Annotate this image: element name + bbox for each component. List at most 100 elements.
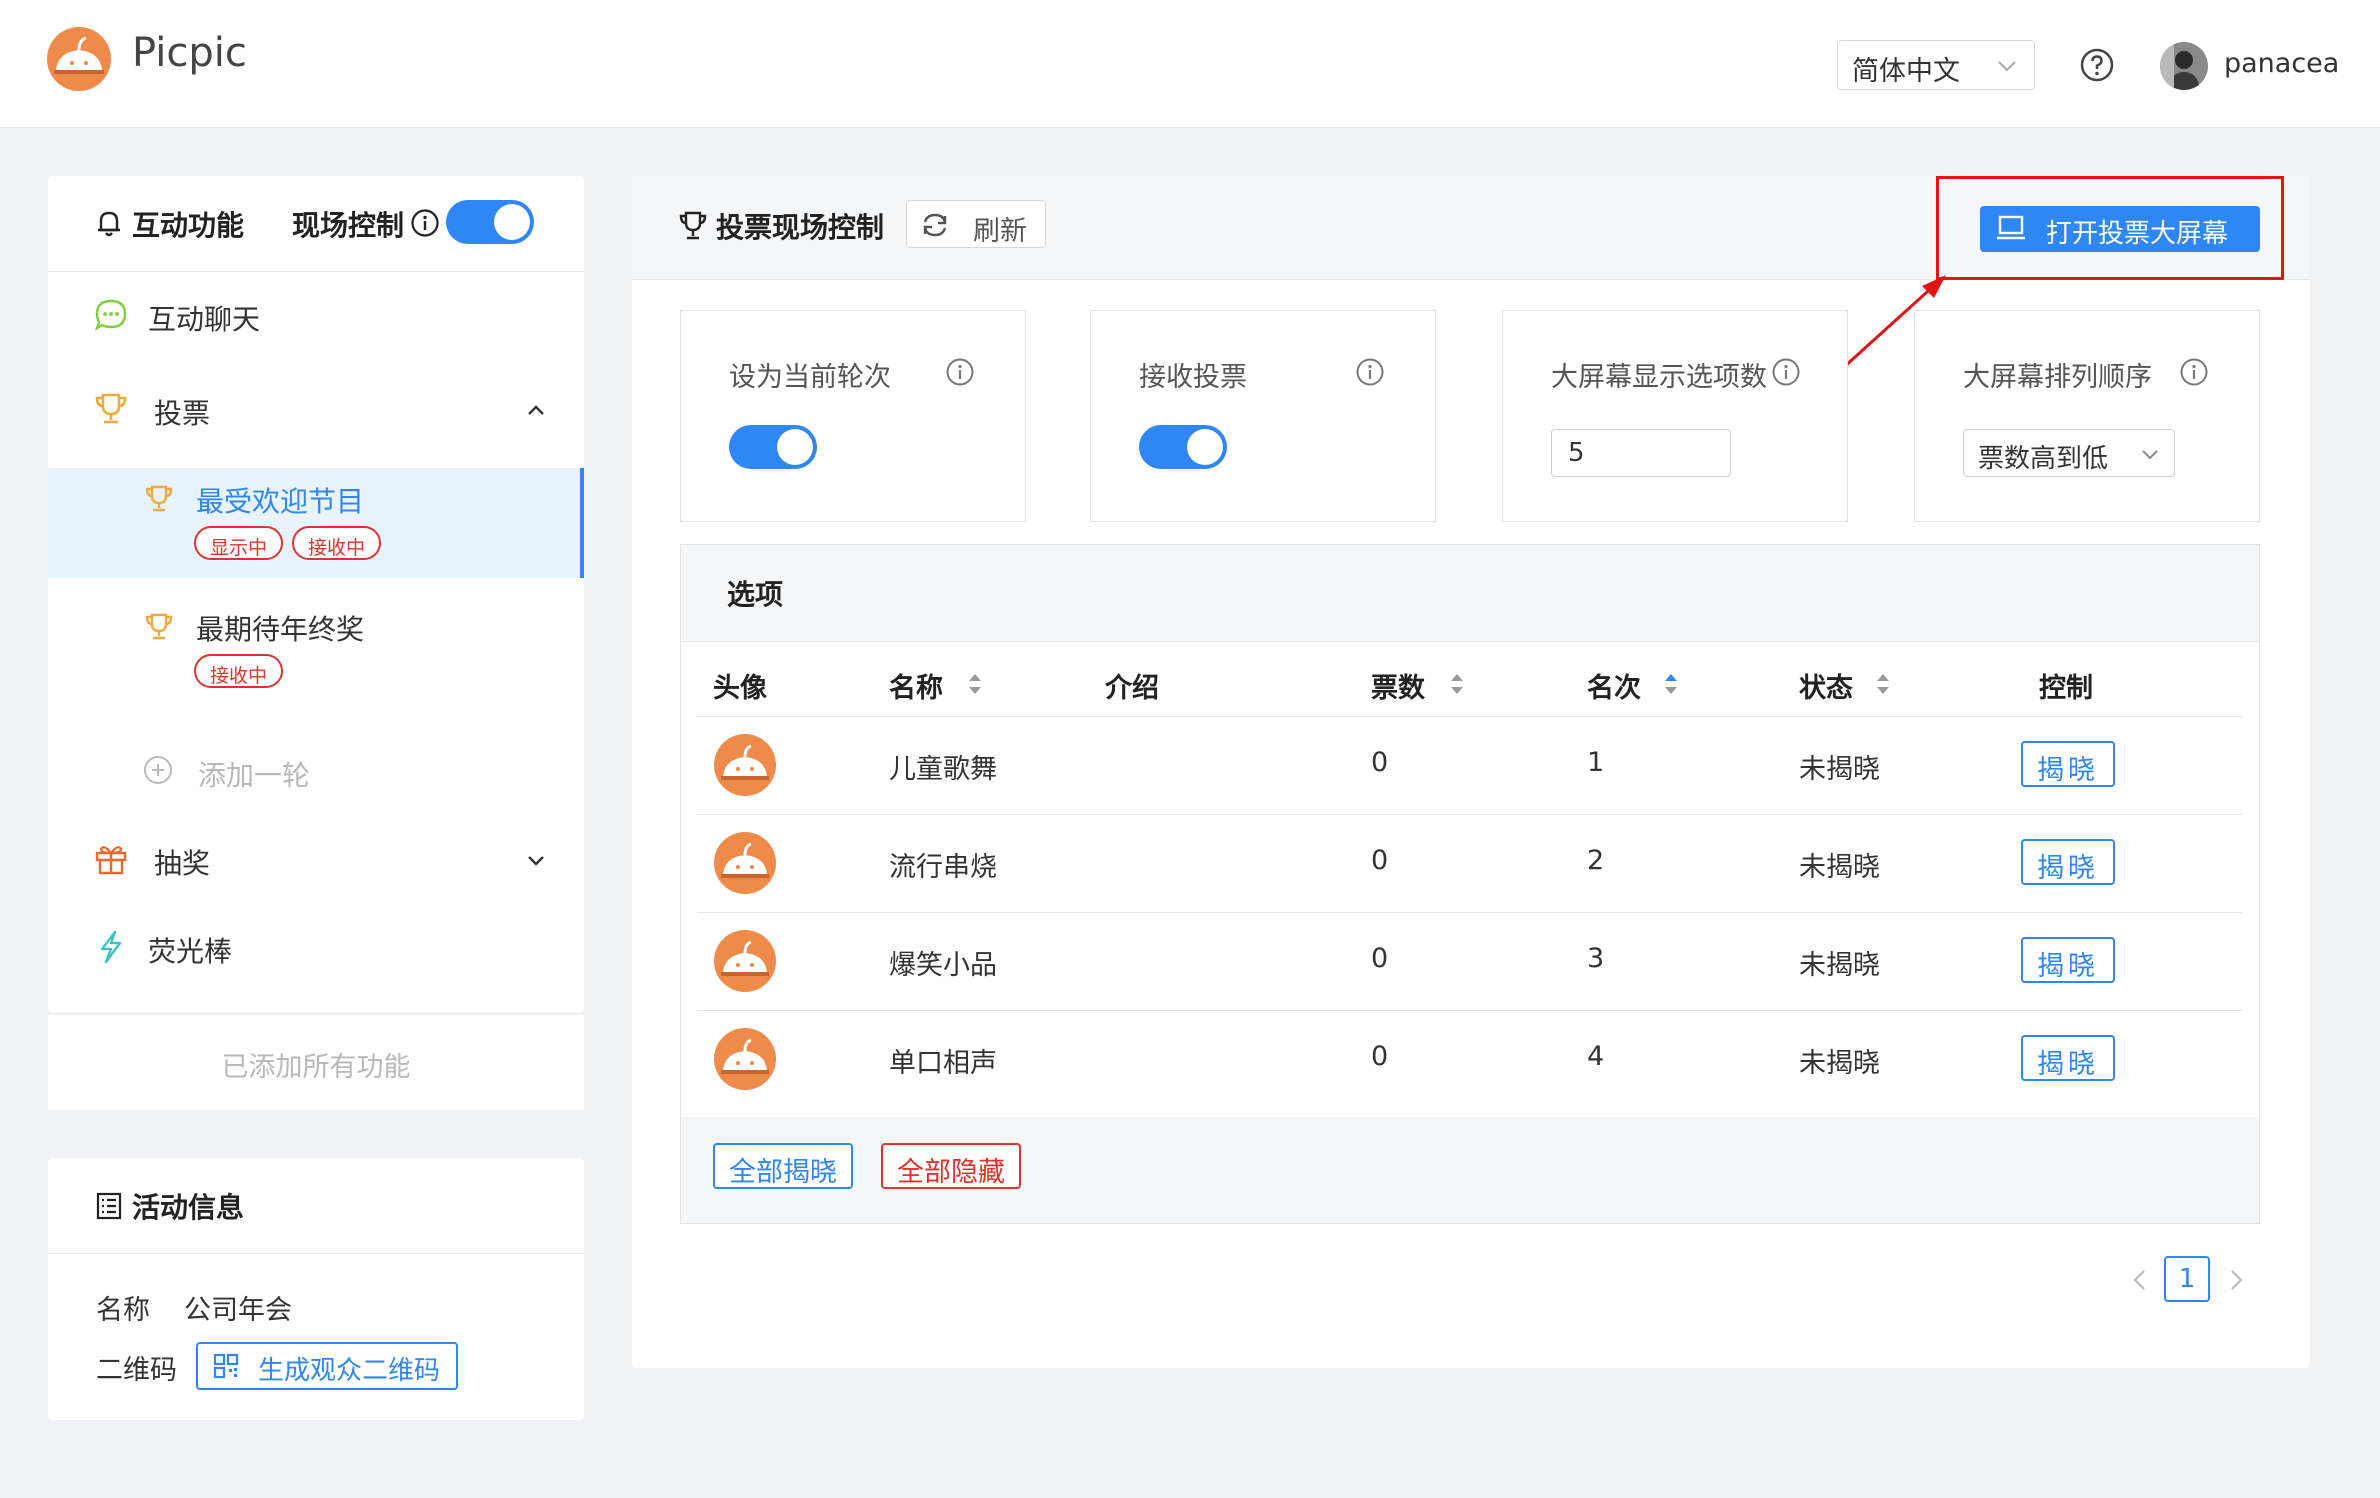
chevron-down-icon <box>528 856 544 866</box>
gift-icon <box>95 846 127 875</box>
option-votes: 0 <box>1371 943 1389 974</box>
all-features-added-note: 已添加所有功能 <box>48 1014 584 1110</box>
live-control-toggle[interactable] <box>446 200 534 244</box>
receive-votes-card: 接收投票 <box>1090 310 1436 522</box>
vote-round-item[interactable]: 最受欢迎节目 显示中 接收中 <box>48 468 584 578</box>
trophy-icon <box>145 613 173 640</box>
option-name: 爆笑小品 <box>889 950 997 981</box>
info-icon[interactable] <box>1771 357 1801 387</box>
lightning-icon <box>100 930 122 964</box>
column-header: 控制 <box>2039 673 2093 704</box>
status-badge: 显示中 <box>194 526 284 560</box>
activity-info-panel: 活动信息 名称 公司年会 二维码 生成观众二维码 <box>48 1158 584 1420</box>
column-header[interactable]: 票数 <box>1371 666 1425 705</box>
features-header: 互动功能 现场控制 <box>48 176 584 272</box>
nav-item-vote[interactable]: 投票 <box>48 378 584 438</box>
help-icon[interactable] <box>2080 48 2114 82</box>
refresh-icon <box>923 213 947 237</box>
option-votes: 0 <box>1371 747 1389 778</box>
avatar[interactable] <box>2160 42 2208 90</box>
language-select[interactable]: 简体中文 <box>1837 40 2035 90</box>
reveal-button[interactable]: 揭晓 <box>2021 937 2115 983</box>
option-status: 未揭晓 <box>1799 1048 1880 1079</box>
table-row: 单口相声 0 4 未揭晓 揭晓 <box>697 1010 2243 1108</box>
trophy-icon <box>145 485 173 512</box>
nav-lottery-label: 抽奖 <box>154 847 211 880</box>
receive-votes-label: 接收投票 <box>1139 362 1247 393</box>
page-number[interactable]: 1 <box>2164 1256 2210 1302</box>
chevron-right-icon[interactable] <box>2226 1268 2246 1292</box>
option-avatar <box>714 832 776 894</box>
nav-vote-label: 投票 <box>154 397 211 430</box>
options-table: 头像 名称 介绍 票数 名次 状态 控制 儿童歌舞 0 1 未揭晓 揭晓 流行串… <box>681 641 2259 1117</box>
plus-circle-icon <box>144 756 172 784</box>
column-header: 头像 <box>713 673 767 704</box>
set-current-round-toggle[interactable] <box>729 425 817 469</box>
user-name[interactable]: panacea <box>2224 48 2339 79</box>
receive-votes-toggle[interactable] <box>1139 425 1227 469</box>
nav-glowstick-label: 荧光棒 <box>148 935 233 968</box>
add-round-button[interactable]: 添加一轮 <box>48 740 584 800</box>
chevron-down-icon <box>2142 450 2158 460</box>
nav-item-glowstick[interactable]: 荧光棒 <box>48 916 584 976</box>
sort-order-card: 大屏幕排列顺序 票数高到低 <box>1914 310 2260 522</box>
display-count-card: 大屏幕显示选项数 5 <box>1502 310 1848 522</box>
vote-control-title: 投票现场控制 <box>716 211 885 244</box>
interactive-features-panel: 互动功能 现场控制 互动聊天 投票 最受欢迎节目 显示中 接收中 最期待年终奖 … <box>48 176 584 1012</box>
option-avatar <box>714 734 776 796</box>
status-badge: 接收中 <box>194 654 284 688</box>
set-current-round-card: 设为当前轮次 <box>680 310 1026 522</box>
sort-icon[interactable] <box>1449 670 1465 698</box>
column-header[interactable]: 名称 <box>889 666 943 705</box>
column-header[interactable]: 状态 <box>1799 666 1853 705</box>
sort-icon[interactable] <box>1875 670 1891 698</box>
option-name: 流行串烧 <box>889 852 997 883</box>
table-row: 流行串烧 0 2 未揭晓 揭晓 <box>697 814 2243 912</box>
activity-name-label: 名称 <box>96 1295 150 1326</box>
nav-item-chat[interactable]: 互动聊天 <box>48 284 584 344</box>
chevron-left-icon[interactable] <box>2130 1268 2150 1292</box>
trophy-icon <box>679 211 707 240</box>
table-row: 儿童歌舞 0 1 未揭晓 揭晓 <box>697 716 2243 814</box>
reveal-button[interactable]: 揭晓 <box>2021 839 2115 885</box>
chevron-down-icon <box>1998 61 2016 72</box>
qrcode-label: 二维码 <box>96 1355 177 1386</box>
live-control-label: 现场控制 <box>292 209 405 242</box>
display-count-input[interactable]: 5 <box>1551 429 1731 477</box>
vote-round-item[interactable]: 最期待年终奖 接收中 <box>48 596 584 706</box>
trophy-icon <box>95 393 127 424</box>
info-icon[interactable] <box>2179 357 2209 387</box>
display-count-label: 大屏幕显示选项数 <box>1551 362 1767 393</box>
column-header[interactable]: 名次 <box>1587 666 1641 705</box>
nav-chat-label: 互动聊天 <box>148 303 261 336</box>
hide-all-button[interactable]: 全部隐藏 <box>881 1143 1021 1189</box>
option-votes: 0 <box>1371 1041 1389 1072</box>
sort-order-select[interactable]: 票数高到低 <box>1963 429 2175 477</box>
info-icon[interactable] <box>410 208 440 238</box>
reveal-all-button[interactable]: 全部揭晓 <box>713 1143 853 1189</box>
pagination: 1 <box>2126 1256 2246 1304</box>
sort-order-value: 票数高到低 <box>1978 444 2109 474</box>
list-icon <box>96 1192 122 1220</box>
option-name: 儿童歌舞 <box>889 754 997 785</box>
generate-qrcode-label: 生成观众二维码 <box>258 1356 441 1386</box>
qrcode-icon <box>213 1353 239 1379</box>
chevron-up-icon <box>528 405 544 415</box>
add-round-label: 添加一轮 <box>198 759 311 792</box>
info-icon[interactable] <box>1355 357 1385 387</box>
info-icon[interactable] <box>945 357 975 387</box>
annotation-highlight-box <box>1936 176 2284 280</box>
reveal-button[interactable]: 揭晓 <box>2021 1035 2115 1081</box>
refresh-button[interactable]: 刷新 <box>906 200 1046 248</box>
generate-qrcode-button[interactable]: 生成观众二维码 <box>196 1342 459 1390</box>
sort-icon[interactable] <box>967 670 983 698</box>
bell-icon <box>98 211 120 237</box>
option-avatar <box>714 930 776 992</box>
vote-round-name: 最受欢迎节目 <box>196 485 365 518</box>
nav-item-lottery[interactable]: 抽奖 <box>48 828 584 888</box>
sort-icon[interactable] <box>1663 670 1679 698</box>
app-title: Picpic <box>132 30 247 76</box>
table-row: 爆笑小品 0 3 未揭晓 揭晓 <box>697 912 2243 1010</box>
language-value: 简体中文 <box>1852 56 1960 87</box>
reveal-button[interactable]: 揭晓 <box>2021 741 2115 787</box>
